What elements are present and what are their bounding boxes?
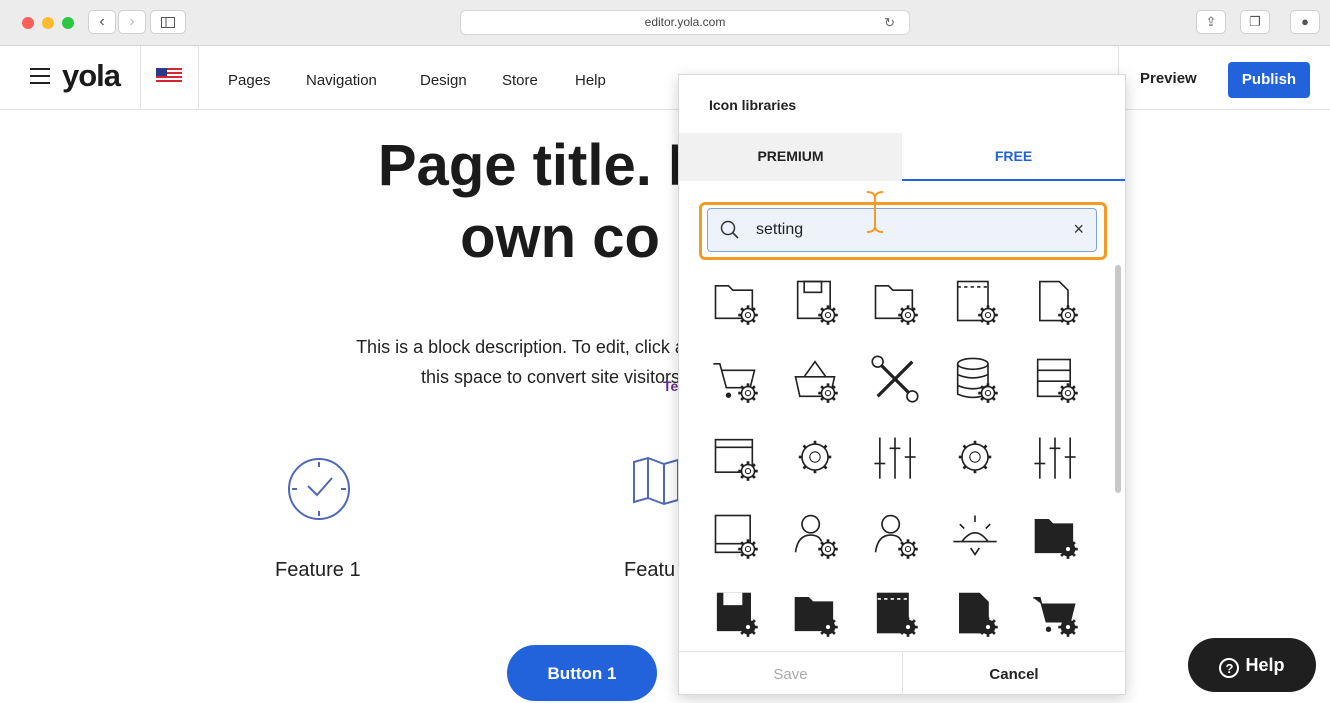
screen-gear-icon[interactable] <box>709 509 761 561</box>
menu-navigation[interactable]: Navigation <box>306 72 377 89</box>
menu-pages[interactable]: Pages <box>228 72 271 89</box>
browser-gear-icon[interactable] <box>709 431 761 483</box>
hamburger-menu-icon[interactable] <box>30 68 50 84</box>
document-gear-filled-icon[interactable] <box>869 587 921 639</box>
floppy-gear-filled-icon[interactable] <box>709 587 761 639</box>
map-icon[interactable] <box>632 456 680 506</box>
menu-store[interactable]: Store <box>502 72 538 89</box>
sliders-icon[interactable] <box>1029 431 1081 483</box>
minimize-window-button[interactable] <box>42 17 54 29</box>
cart-gear-filled-icon[interactable] <box>1029 587 1081 639</box>
sun-icon[interactable] <box>949 509 1001 561</box>
back-icon[interactable]: ‹ <box>88 10 116 34</box>
document-gear-icon[interactable] <box>949 275 1001 327</box>
clear-search-icon[interactable]: × <box>1073 219 1084 240</box>
basket-gear-icon[interactable] <box>789 353 841 405</box>
folder-gear-icon[interactable] <box>869 275 921 327</box>
tab-free[interactable]: FREE <box>902 133 1125 181</box>
cancel-button[interactable]: Cancel <box>902 652 1125 696</box>
icon-library-panel: Icon libraries PREMIUM FREE setting × Sa… <box>678 74 1126 696</box>
close-window-button[interactable] <box>22 17 34 29</box>
download-icon[interactable]: ● <box>1290 10 1320 34</box>
search-icon <box>720 220 739 239</box>
search-value: setting <box>756 221 804 238</box>
maximize-window-button[interactable] <box>62 17 74 29</box>
wrench-screwdriver-icon[interactable] <box>869 353 921 405</box>
user-gear-icon[interactable] <box>869 509 921 561</box>
preview-button[interactable]: Preview <box>1140 70 1197 87</box>
folder-gear-filled-icon[interactable] <box>1029 509 1081 561</box>
sidebar-icon[interactable] <box>150 10 186 34</box>
icon-grid-scrollbar[interactable] <box>1115 265 1121 493</box>
icon-grid <box>709 275 1089 645</box>
page-canvas: Page title. Re own co This is a block de… <box>0 110 1330 701</box>
text-cursor-icon <box>866 191 884 233</box>
clock-icon[interactable] <box>286 456 352 522</box>
url-text: editor.yola.com <box>644 15 726 29</box>
library-tabs: PREMIUM FREE <box>679 133 1125 181</box>
share-icon[interactable]: ⇪ <box>1196 10 1226 34</box>
publish-button[interactable]: Publish <box>1228 62 1310 98</box>
database-gear-icon[interactable] <box>949 353 1001 405</box>
question-icon: ? <box>1219 658 1240 678</box>
file-gear-filled-icon[interactable] <box>949 587 1001 639</box>
folder-gear-filled-icon[interactable] <box>789 587 841 639</box>
help-label: Help <box>1245 655 1285 675</box>
button-1[interactable]: Button 1 <box>507 645 657 701</box>
cart-gear-icon[interactable] <box>709 353 761 405</box>
gear-icon[interactable] <box>949 431 1001 483</box>
folder-gear-icon[interactable] <box>709 275 761 327</box>
divider <box>140 46 141 110</box>
search-input[interactable]: setting × <box>707 208 1097 252</box>
file-gear-icon[interactable] <box>1029 275 1081 327</box>
gear-icon[interactable] <box>789 431 841 483</box>
menu-help[interactable]: Help <box>575 72 606 89</box>
sliders-icon[interactable] <box>869 431 921 483</box>
browser-toolbar: ‹ › editor.yola.com ↻ ⇪ ❐ ● <box>0 0 1330 46</box>
editor-header: yola Pages Navigation Design Store Help … <box>0 46 1330 110</box>
divider <box>198 46 199 110</box>
user-gear-icon[interactable] <box>789 509 841 561</box>
help-button[interactable]: ? Help <box>1188 638 1316 692</box>
reload-icon[interactable]: ↻ <box>884 11 895 34</box>
menu-design[interactable]: Design <box>420 72 467 89</box>
forward-icon[interactable]: › <box>118 10 146 34</box>
feature-1-label[interactable]: Feature 1 <box>275 559 361 582</box>
us-flag-icon[interactable] <box>156 68 182 84</box>
save-button[interactable]: Save <box>679 652 902 696</box>
feature-2-label[interactable]: Featu <box>624 559 675 582</box>
tabs-icon[interactable]: ❐ <box>1240 10 1270 34</box>
server-gear-icon[interactable] <box>1029 353 1081 405</box>
panel-title: Icon libraries <box>709 97 797 113</box>
tab-premium[interactable]: PREMIUM <box>679 133 902 181</box>
yola-logo: yola <box>62 58 121 93</box>
panel-footer: Save Cancel <box>679 651 1125 696</box>
floppy-gear-icon[interactable] <box>789 275 841 327</box>
address-bar[interactable]: editor.yola.com ↻ <box>460 10 910 35</box>
